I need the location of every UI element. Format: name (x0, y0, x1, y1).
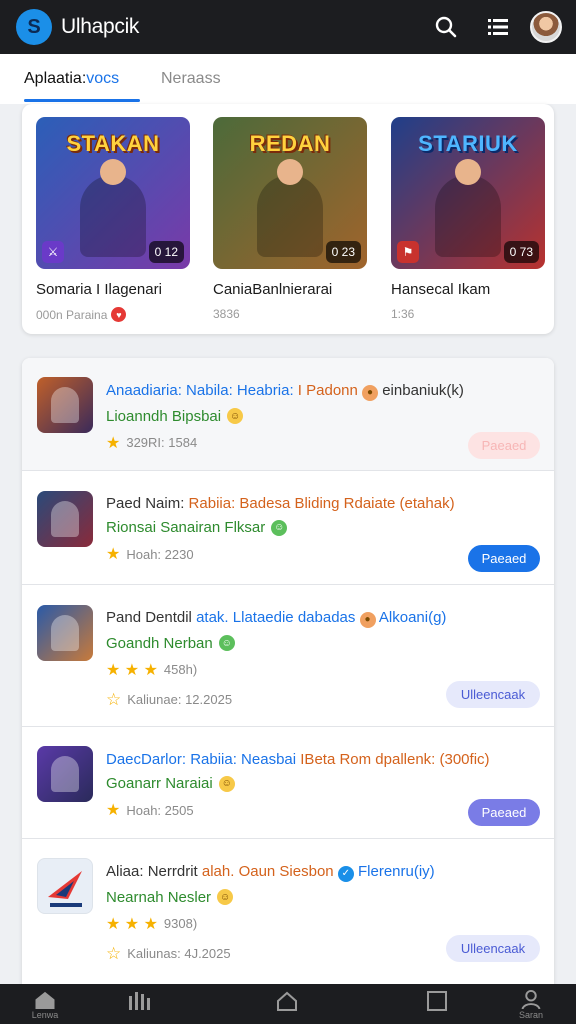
smile-emoji-icon: ☺ (217, 889, 234, 905)
house-outline-icon (277, 991, 297, 1011)
character-art (435, 159, 501, 257)
featured-subtitle: 000n Paraina ♥ (36, 307, 190, 322)
app-icon (37, 858, 93, 914)
star-icon: ★ (106, 546, 121, 563)
list-item[interactable]: Aliaa: Nerrdrit alah. Oaun Siesbon ✓ Fle… (22, 839, 554, 998)
item-title: Paed Naim: Rabiia: Badesa Bliding Rdaiat… (106, 495, 455, 512)
list-item[interactable]: Anaadiaria: Nabila: Heabria: I Padonn ● … (22, 358, 554, 471)
app-logo[interactable]: S (16, 9, 52, 45)
app-icon (37, 491, 93, 547)
play-button[interactable]: Paeaed (468, 545, 540, 572)
check-badge-icon: ✓ (337, 865, 354, 882)
tab-applications[interactable]: Aplaatia:vocs (24, 70, 119, 88)
app-icon (37, 377, 93, 433)
featured-item[interactable]: STAKAN ⚔ 0 12 Somaria I Ilagenari 000n P… (36, 117, 190, 322)
tab-news[interactable]: Neraass (161, 70, 221, 88)
top-app-bar: S Ulhapcik (0, 0, 576, 54)
item-title: Aliaa: Nerrdrit alah. Oaun Siesbon ✓ Fle… (106, 863, 435, 882)
list-item[interactable]: Pand Dentdil atak. Llataedie dabadas ● A… (22, 585, 554, 727)
item-title: Anaadiaria: Nabila: Heabria: I Padonn ● … (106, 382, 464, 401)
smile-emoji-icon: ☺ (218, 775, 235, 792)
download-button[interactable]: Ulleencaak (446, 681, 540, 708)
star-icon: ★ (106, 802, 121, 819)
app-icon (37, 746, 93, 802)
item-title: Pand Dentdil atak. Llataedie dabadas ● A… (106, 609, 447, 628)
user-avatar[interactable] (530, 11, 562, 43)
app-icon (37, 605, 93, 661)
tab-applications-label: Aplaatia: (24, 70, 87, 87)
game-badge-icon: ⚔ (42, 241, 64, 263)
bird-logo-icon (48, 871, 82, 907)
star-outline-icon: ☆ (106, 943, 122, 963)
featured-item[interactable]: STARIUK ⚑ 0 73 Hansecal Ikam 1:36 (391, 117, 545, 321)
featured-title: CaniaBanlnierarai (213, 281, 333, 298)
profile-icon (521, 990, 541, 1009)
game-badge-icon: ⚑ (397, 241, 419, 263)
nav-home[interactable]: Lenwa (30, 990, 60, 1020)
nav-profile[interactable]: Saran (516, 990, 546, 1020)
character-art (80, 159, 146, 257)
star-icon: ★ ★ ★ (106, 915, 158, 933)
nav-explore[interactable] (272, 990, 302, 1020)
download-button[interactable]: Ulleencaak (446, 935, 540, 962)
nav-charts[interactable] (124, 990, 154, 1020)
app-list: Anaadiaria: Nabila: Heabria: I Padonn ● … (22, 358, 554, 998)
featured-item[interactable]: REDAN 0 23 CaniaBanlnierarai 3836 (213, 117, 367, 321)
star-icon: ★ ★ ★ (106, 661, 158, 679)
featured-thumbnail[interactable]: STARIUK ⚑ 0 73 (391, 117, 545, 269)
emoji-icon: ☺ (218, 635, 235, 651)
nav-library[interactable] (422, 990, 452, 1020)
item-subtitle: Rionsai Sanairan Flksar ☺ (106, 519, 542, 536)
featured-subtitle: 3836 (213, 307, 240, 321)
star-icon: ★ (106, 434, 121, 452)
active-tab-indicator (24, 99, 140, 102)
emoji-icon: ● (359, 611, 376, 628)
chart-icon (129, 992, 150, 1010)
tab-bar: Aplaatia:vocs Neraass (0, 54, 576, 104)
featured-count-badge: 0 73 (503, 241, 539, 263)
nav-home-label: Lenwa (31, 1010, 59, 1020)
emoji-icon: ● (362, 384, 379, 401)
emoji-icon: ☺ (271, 519, 288, 536)
thumbnail-title: STARIUK (418, 131, 518, 156)
featured-thumbnail[interactable]: REDAN 0 23 (213, 117, 367, 269)
nav-profile-label: Saran (518, 1010, 544, 1020)
item-subtitle: Goandh Nerban ☺ (106, 635, 542, 652)
play-button[interactable]: Paeaed (468, 799, 540, 826)
tab-applications-accent: vocs (86, 70, 120, 87)
app-title: Ulhapcik (61, 15, 140, 38)
list-item[interactable]: DaecDarlor: Rabiia: Neasbai IBeta Rom dp… (22, 727, 554, 839)
featured-card: STAKAN ⚔ 0 12 Somaria I Ilagenari 000n P… (22, 104, 554, 334)
featured-title: Hansecal Ikam (391, 281, 491, 298)
play-button[interactable]: Paeaed (468, 432, 540, 459)
heart-icon: ♥ (111, 307, 127, 322)
star-outline-icon: ☆ (106, 689, 122, 709)
item-title: DaecDarlor: Rabiia: Neasbai IBeta Rom dp… (106, 751, 490, 768)
home-icon (35, 991, 55, 1009)
thumbnail-title: STAKAN (66, 131, 160, 156)
search-icon[interactable] (428, 9, 464, 45)
list-item[interactable]: Paed Naim: Rabiia: Badesa Bliding Rdaiat… (22, 471, 554, 585)
thumbnail-title: REDAN (249, 131, 331, 156)
item-rating: ★ ★ ★ 9308) (106, 915, 198, 933)
square-icon (427, 991, 447, 1011)
item-rating: ★ ★ ★ 458h) (106, 661, 198, 679)
featured-count-badge: 0 12 (148, 241, 184, 263)
featured-thumbnail[interactable]: STAKAN ⚔ 0 12 (36, 117, 190, 269)
featured-subtitle: 1:36 (391, 307, 415, 321)
bottom-navigation: Lenwa Saran (0, 984, 576, 1024)
menu-list-icon[interactable] (480, 9, 516, 45)
smile-emoji-icon: ☺ (227, 408, 244, 424)
item-subtitle: Goanarr Naraiai ☺ (106, 775, 542, 792)
item-subtitle: Nearnah Nesler ☺ (106, 889, 542, 906)
featured-title: Somaria I Ilagenari (36, 281, 162, 298)
item-subtitle: Lioanndh Bipsbai ☺ (106, 408, 542, 425)
character-art (257, 159, 323, 257)
featured-count-badge: 0 23 (325, 241, 361, 263)
